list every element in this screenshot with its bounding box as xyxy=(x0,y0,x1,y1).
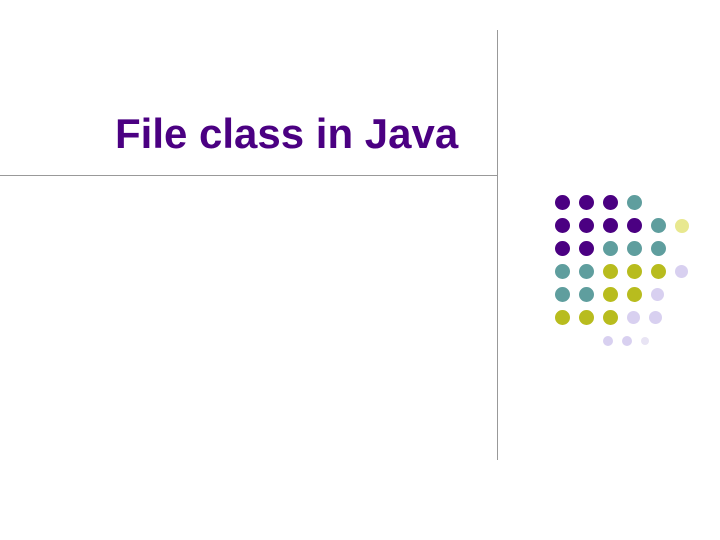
decorative-dot-grid xyxy=(555,195,689,356)
horizontal-divider xyxy=(0,175,497,176)
vertical-divider xyxy=(497,30,498,460)
slide-title: File class in Java xyxy=(115,110,458,158)
